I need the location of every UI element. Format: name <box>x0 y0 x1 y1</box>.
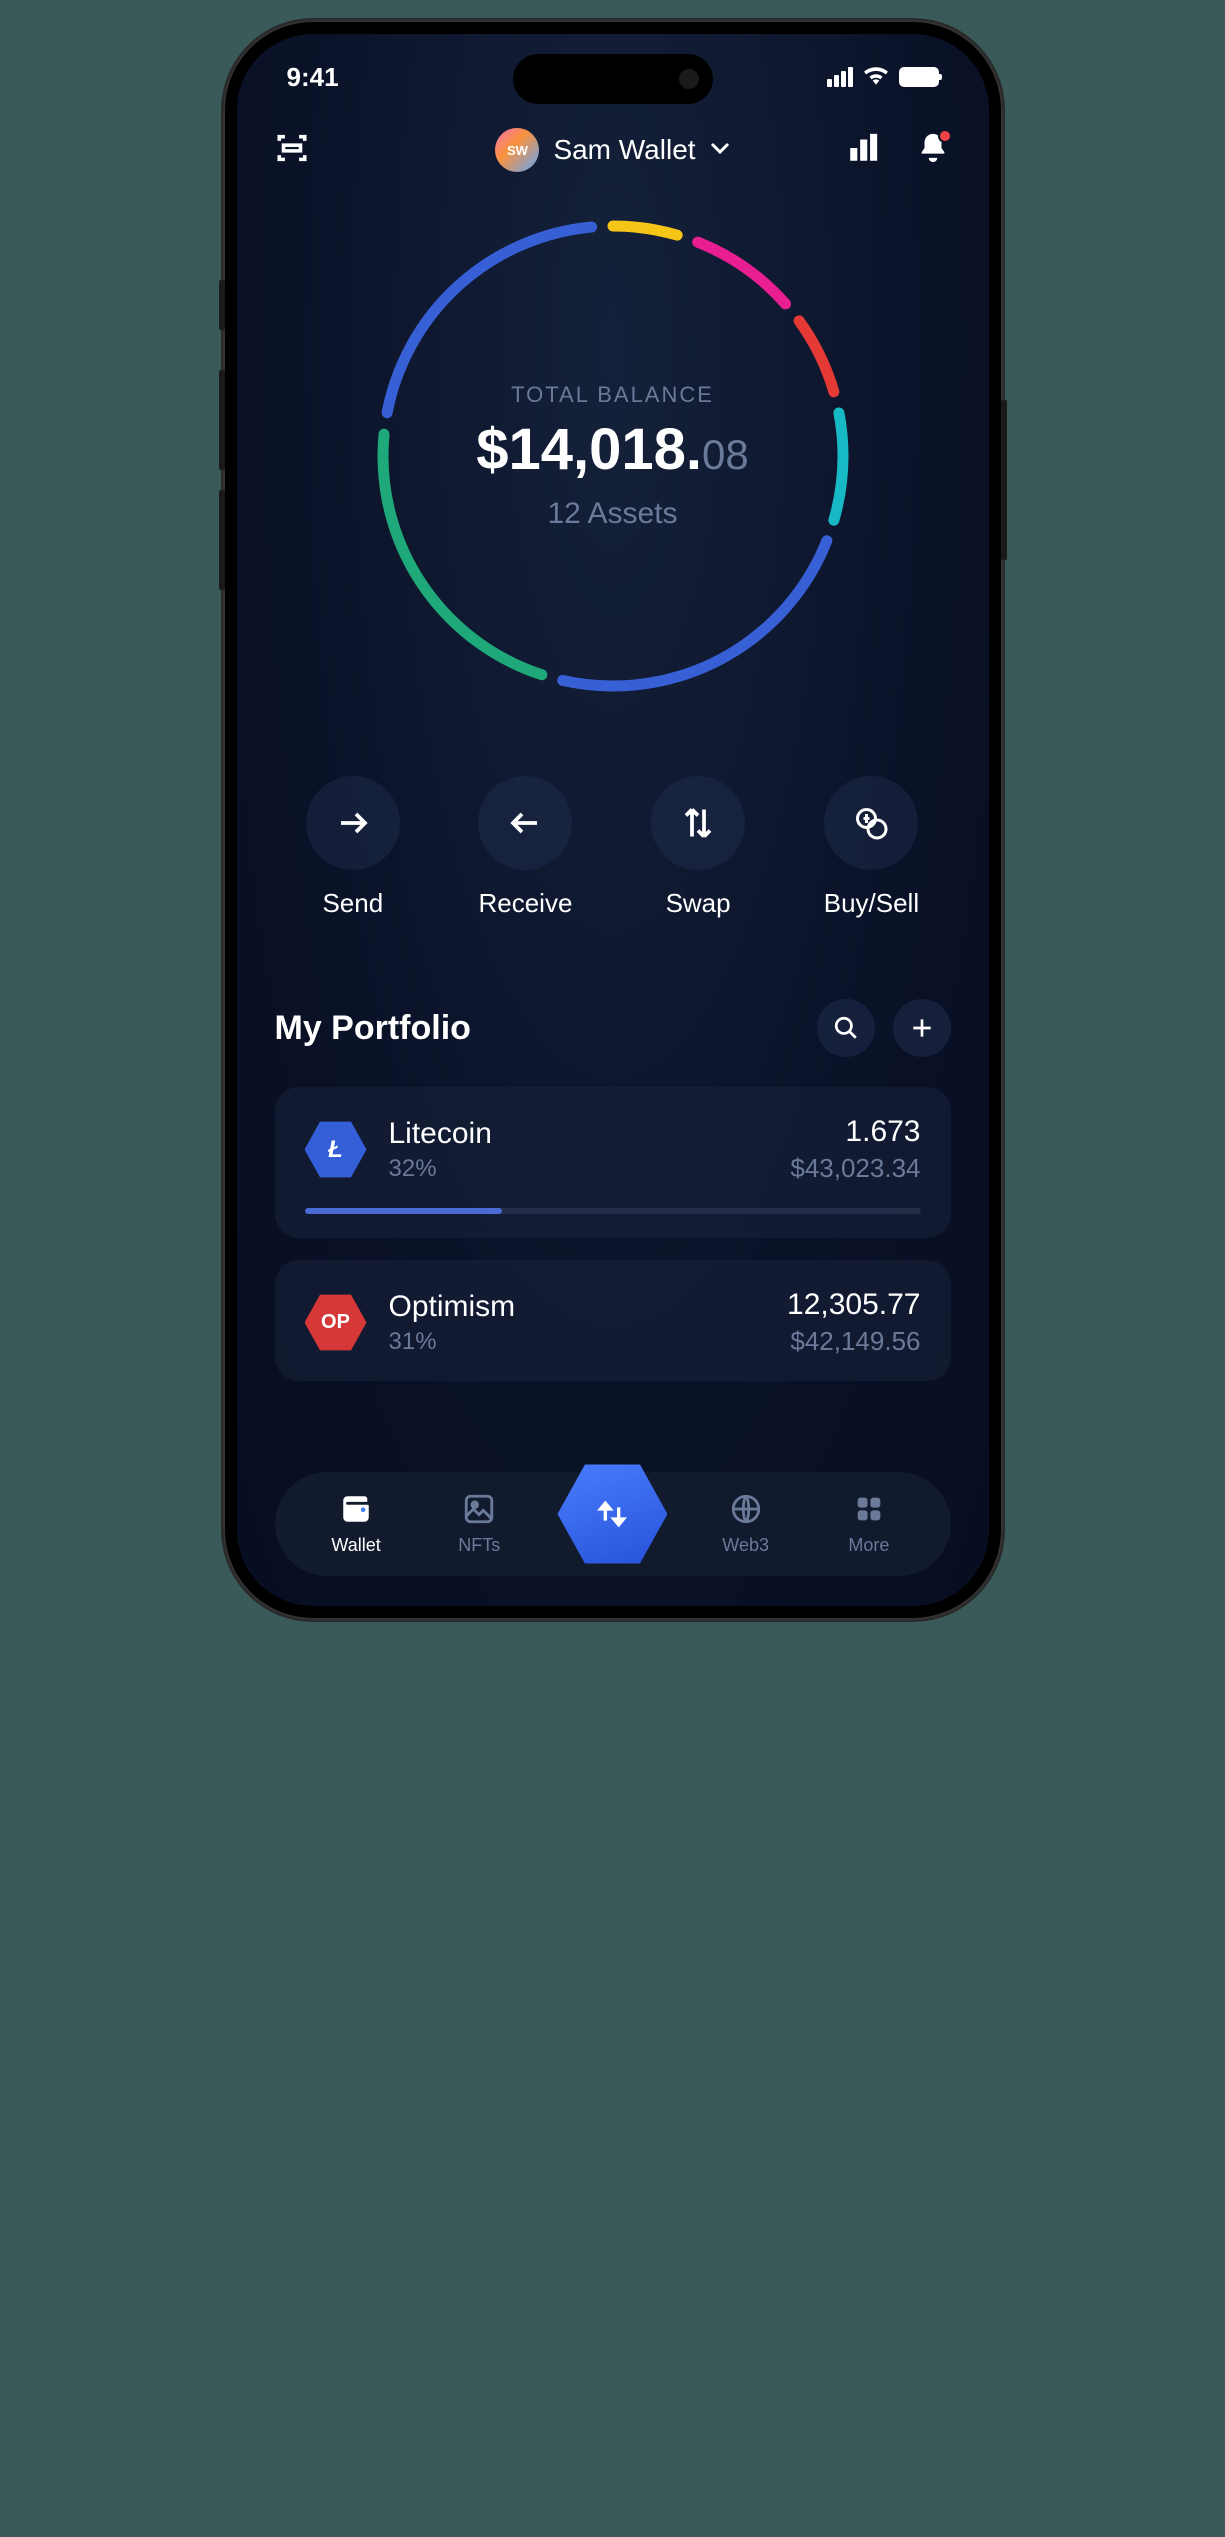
status-time: 9:41 <box>287 62 339 93</box>
asset-card[interactable]: OP Optimism 31% 12,305.77 $42,149.56 <box>275 1260 951 1381</box>
bottom-nav: Wallet NFTs Web3 More <box>275 1472 951 1576</box>
receive-button[interactable]: Receive <box>478 776 572 919</box>
send-button[interactable]: Send <box>306 776 400 919</box>
asset-usd: $42,149.56 <box>787 1326 920 1357</box>
notification-badge <box>938 129 952 143</box>
wallet-icon <box>339 1492 373 1526</box>
swap-icon <box>651 776 745 870</box>
coins-icon <box>824 776 918 870</box>
swap-button[interactable]: Swap <box>651 776 745 919</box>
arrow-right-icon <box>306 776 400 870</box>
plus-icon <box>909 1015 935 1041</box>
balance-ring: TOTAL BALANCE $14,018.08 12 Assets <box>363 206 863 706</box>
grid-icon <box>852 1492 886 1526</box>
coin-icon: OP <box>305 1292 367 1354</box>
image-icon <box>462 1492 496 1526</box>
wallet-selector[interactable]: SW Sam Wallet <box>495 128 729 172</box>
nav-wallet[interactable]: Wallet <box>311 1492 401 1556</box>
dynamic-island <box>513 54 713 104</box>
asset-quantity: 12,305.77 <box>787 1288 920 1322</box>
globe-icon <box>729 1492 763 1526</box>
add-button[interactable] <box>893 999 951 1057</box>
asset-progress <box>305 1208 921 1214</box>
cellular-icon <box>827 67 853 87</box>
wifi-icon <box>863 65 889 90</box>
avatar: SW <box>495 128 539 172</box>
buysell-button[interactable]: Buy/Sell <box>824 776 919 919</box>
asset-percent: 31% <box>389 1328 766 1356</box>
chevron-down-icon <box>710 141 730 159</box>
nav-web3[interactable]: Web3 <box>701 1492 791 1556</box>
exchange-icon <box>592 1494 632 1534</box>
action-row: Send Receive Swap Buy/Sell <box>237 736 989 959</box>
scan-icon[interactable] <box>275 131 309 170</box>
arrow-left-icon <box>478 776 572 870</box>
nav-nfts[interactable]: NFTs <box>434 1492 524 1556</box>
battery-icon <box>899 67 939 87</box>
asset-name: Litecoin <box>389 1117 769 1151</box>
nav-center-button[interactable] <box>557 1459 667 1569</box>
asset-card[interactable]: Ł Litecoin 32% 1.673 $43,023.34 <box>275 1087 951 1238</box>
app-header: SW Sam Wallet <box>237 104 989 196</box>
search-icon <box>833 1015 859 1041</box>
asset-percent: 32% <box>389 1155 769 1183</box>
bell-icon[interactable] <box>916 131 950 170</box>
nav-more[interactable]: More <box>824 1492 914 1556</box>
search-button[interactable] <box>817 999 875 1057</box>
coin-icon: Ł <box>305 1119 367 1181</box>
asset-name: Optimism <box>389 1290 766 1324</box>
asset-usd: $43,023.34 <box>790 1153 920 1184</box>
wallet-name: Sam Wallet <box>553 134 695 166</box>
portfolio-title: My Portfolio <box>275 1009 471 1048</box>
stats-icon[interactable] <box>846 131 880 170</box>
asset-quantity: 1.673 <box>790 1115 920 1149</box>
